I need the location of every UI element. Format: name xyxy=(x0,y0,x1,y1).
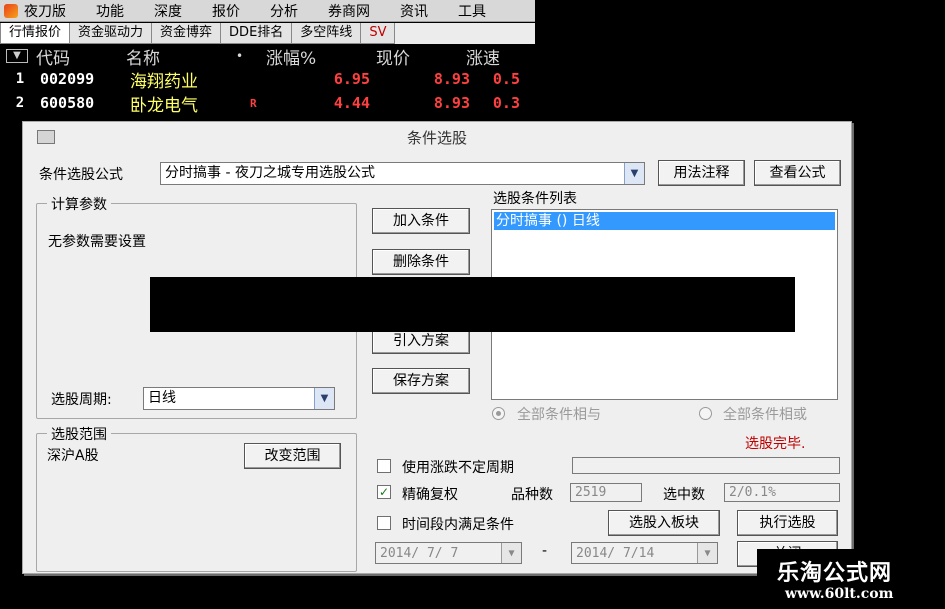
tab-long-short[interactable]: 多空阵线 xyxy=(291,23,362,44)
tab-fund-drive[interactable]: 资金驱动力 xyxy=(69,23,153,44)
row-name: 卧龙电气 xyxy=(130,95,198,116)
formula-label: 条件选股公式 xyxy=(39,167,123,183)
header-speed[interactable]: 涨速 xyxy=(466,44,506,69)
period-label: 选股周期: xyxy=(51,392,112,408)
column-dropdown-icon[interactable]: ▼ xyxy=(6,49,28,63)
add-condition-button[interactable]: 加入条件 xyxy=(372,208,470,234)
row-change-pct: 4.44 xyxy=(333,94,370,112)
radio-all-and-label: 全部条件相与 xyxy=(517,407,601,423)
table-row[interactable]: 2 600580 卧龙电气 R 4.44 8.93 0.3 xyxy=(0,91,535,116)
formula-select[interactable]: 分时搞事 - 夜刀之城专用选股公式 ▼ xyxy=(160,162,645,185)
quote-table-header: ▼ 代码 名称 • 涨幅% 现价 涨速 xyxy=(0,44,535,69)
tab-quotes[interactable]: 行情报价 xyxy=(0,23,71,44)
period-select-value: 日线 xyxy=(148,390,176,406)
app-logo-icon xyxy=(4,3,18,18)
menu-item-depth[interactable]: 深度 xyxy=(154,1,182,21)
chevron-down-icon: ▼ xyxy=(697,543,717,563)
params-group-title: 计算参数 xyxy=(47,194,111,214)
menu-item-version[interactable]: 夜刀版 xyxy=(24,1,66,21)
row-code: 002099 xyxy=(40,70,95,88)
menu-item-news[interactable]: 资讯 xyxy=(400,1,428,21)
row-change-pct: 6.95 xyxy=(333,70,370,88)
chevron-down-icon[interactable]: ▼ xyxy=(314,388,334,409)
date-range-dash: - xyxy=(542,543,548,559)
delete-condition-button[interactable]: 删除条件 xyxy=(372,249,470,275)
use-flex-period-checkbox[interactable] xyxy=(377,459,391,473)
count-label: 品种数 xyxy=(511,487,553,503)
change-range-button[interactable]: 改变范围 xyxy=(244,443,341,469)
dialog-title: 条件选股 xyxy=(406,128,467,147)
timespan-label: 时间段内满足条件 xyxy=(402,517,514,533)
chevron-down-icon: ▼ xyxy=(501,543,521,563)
exact-restore-checkbox[interactable]: ✓ xyxy=(377,485,391,499)
radio-all-or[interactable] xyxy=(699,407,712,420)
header-code[interactable]: 代码 xyxy=(36,44,126,69)
row-flag: R xyxy=(250,96,257,110)
row-index: 2 xyxy=(15,95,25,111)
menu-item-analysis[interactable]: 分析 xyxy=(270,1,298,21)
menu-item-function[interactable]: 功能 xyxy=(96,1,124,21)
tab-sv[interactable]: SV xyxy=(360,23,396,44)
view-formula-button[interactable]: 查看公式 xyxy=(754,160,841,186)
range-group-title: 选股范围 xyxy=(47,424,111,444)
row-name: 海翔药业 xyxy=(130,71,198,92)
tab-fund-game[interactable]: 资金博弈 xyxy=(151,23,222,44)
selected-label: 选中数 xyxy=(663,487,705,503)
row-price: 8.93 xyxy=(433,94,470,112)
chevron-down-icon[interactable]: ▼ xyxy=(624,163,644,184)
condition-stock-picker-dialog: 条件选股 条件选股公式 分时搞事 - 夜刀之城专用选股公式 ▼ 用法注释 查看公… xyxy=(22,121,852,574)
period-select[interactable]: 日线 ▼ xyxy=(143,387,335,410)
row-speed: 0.5 xyxy=(492,70,520,88)
flex-period-field xyxy=(572,457,840,474)
condition-list-label: 选股条件列表 xyxy=(493,191,577,207)
tab-bar: 行情报价 资金驱动力 资金博弈 DDE排名 多空阵线 SV xyxy=(0,23,535,44)
table-row[interactable]: 1 002099 海翔药业 6.95 8.93 0.5 xyxy=(0,67,535,92)
header-price[interactable]: 现价 xyxy=(376,44,466,69)
site-watermark: 乐淘公式网 www.60lt.com xyxy=(757,549,945,609)
count-value: 2519 xyxy=(570,483,642,502)
save-scheme-button[interactable]: 保存方案 xyxy=(372,368,470,394)
redaction-bar xyxy=(150,277,795,332)
menu-item-quote[interactable]: 报价 xyxy=(212,1,240,21)
radio-all-and[interactable] xyxy=(492,407,505,420)
list-item[interactable]: 分时搞事 () 日线 xyxy=(494,212,835,230)
watermark-title: 乐淘公式网 xyxy=(777,560,893,586)
usage-notes-button[interactable]: 用法注释 xyxy=(658,160,745,186)
menu-item-broker[interactable]: 券商网 xyxy=(328,1,370,21)
dialog-title-bar[interactable]: 条件选股 xyxy=(23,122,851,152)
status-text: 选股完毕. xyxy=(745,436,806,452)
header-name[interactable]: 名称 xyxy=(126,44,236,69)
range-value: 深沪A股 xyxy=(47,448,99,464)
header-dot: • xyxy=(236,49,244,63)
use-flex-period-label: 使用涨跌不定周期 xyxy=(402,460,514,476)
execute-select-button[interactable]: 执行选股 xyxy=(737,510,838,536)
watermark-url: www.60lt.com xyxy=(785,586,894,602)
row-index: 1 xyxy=(15,71,25,87)
start-date-value: 2014/ 7/ 7 xyxy=(380,546,459,561)
menu-item-tools[interactable]: 工具 xyxy=(458,1,486,21)
end-date-value: 2014/ 7/14 xyxy=(576,546,655,561)
start-date-picker: 2014/ 7/ 7 ▼ xyxy=(375,542,522,564)
row-price: 8.93 xyxy=(433,70,470,88)
row-code: 600580 xyxy=(40,94,95,112)
select-to-block-button[interactable]: 选股入板块 xyxy=(608,510,720,536)
header-change-pct[interactable]: 涨幅% xyxy=(266,44,376,69)
timespan-checkbox[interactable] xyxy=(377,516,391,530)
formula-select-value: 分时搞事 - 夜刀之城专用选股公式 xyxy=(165,165,375,181)
tab-dde-rank[interactable]: DDE排名 xyxy=(220,23,293,44)
range-group: 选股范围 深沪A股 改变范围 xyxy=(36,424,357,572)
row-speed: 0.3 xyxy=(492,94,520,112)
exact-restore-label: 精确复权 xyxy=(402,487,458,503)
end-date-picker: 2014/ 7/14 ▼ xyxy=(571,542,718,564)
params-text: 无参数需要设置 xyxy=(48,234,146,250)
selected-value: 2/0.1% xyxy=(724,483,840,502)
radio-all-or-label: 全部条件相或 xyxy=(723,407,807,423)
menu-bar: 夜刀版 功能 深度 报价 分析 券商网 资讯 工具 xyxy=(0,0,535,22)
